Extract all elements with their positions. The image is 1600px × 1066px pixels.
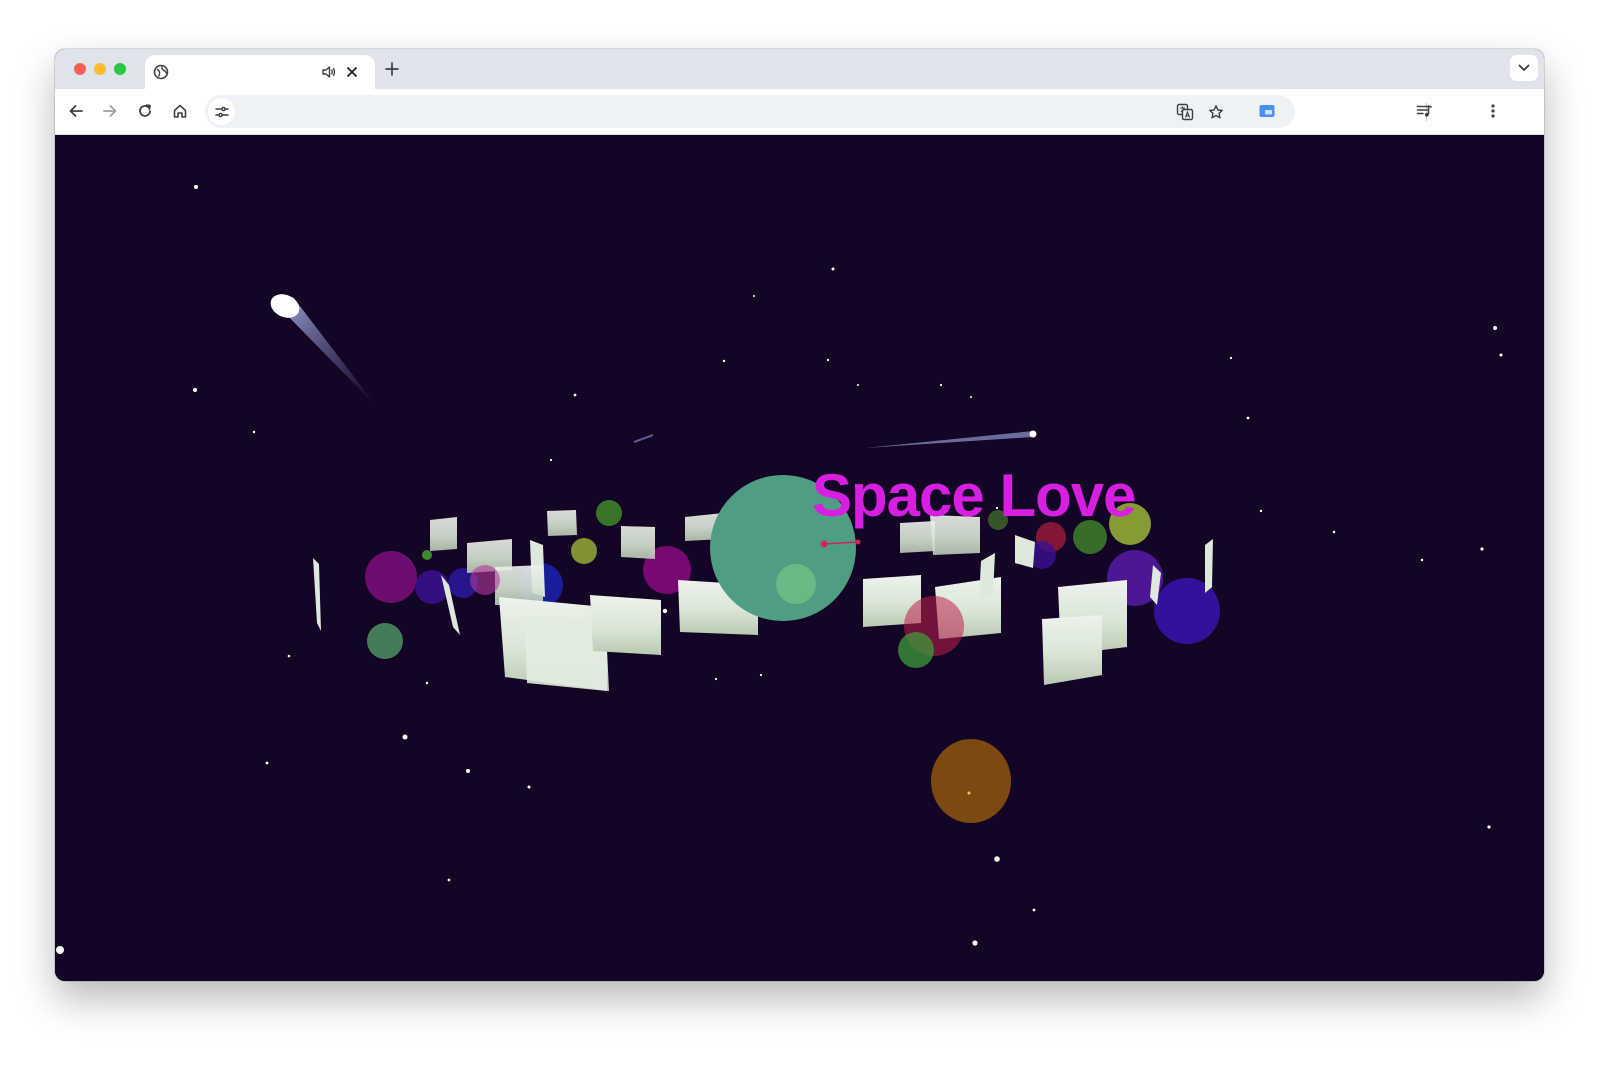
browser-window: Space Love xyxy=(55,49,1544,981)
close-window-button[interactable] xyxy=(74,63,86,75)
chevron-down-icon[interactable] xyxy=(1510,55,1538,81)
space-scene-canvas[interactable]: Space Love xyxy=(55,135,1544,981)
extension-window-icon[interactable] xyxy=(1255,99,1279,123)
kebab-menu-icon[interactable] xyxy=(1481,99,1505,123)
close-icon[interactable] xyxy=(342,62,362,82)
address-bar[interactable] xyxy=(205,95,1295,128)
queue-music-icon[interactable] xyxy=(1412,99,1436,123)
minimize-window-button[interactable] xyxy=(94,63,106,75)
tab-strip xyxy=(55,49,1544,89)
globe-icon xyxy=(151,62,171,82)
browser-toolbar xyxy=(55,89,1544,135)
home-icon[interactable] xyxy=(168,99,192,123)
speaker-icon[interactable] xyxy=(319,62,339,82)
tune-icon[interactable] xyxy=(208,98,235,125)
orange-planet xyxy=(931,739,1011,823)
translate-icon[interactable] xyxy=(1173,100,1197,124)
arrow-left-icon[interactable] xyxy=(64,99,88,123)
tab-active[interactable] xyxy=(145,55,375,89)
plus-icon[interactable] xyxy=(381,58,403,80)
reload-icon[interactable] xyxy=(133,99,157,123)
star-icon[interactable] xyxy=(1204,100,1228,124)
space-love-title: Space Love xyxy=(812,462,1136,529)
zoom-window-button[interactable] xyxy=(114,63,126,75)
arrow-right-icon[interactable] xyxy=(98,99,122,123)
